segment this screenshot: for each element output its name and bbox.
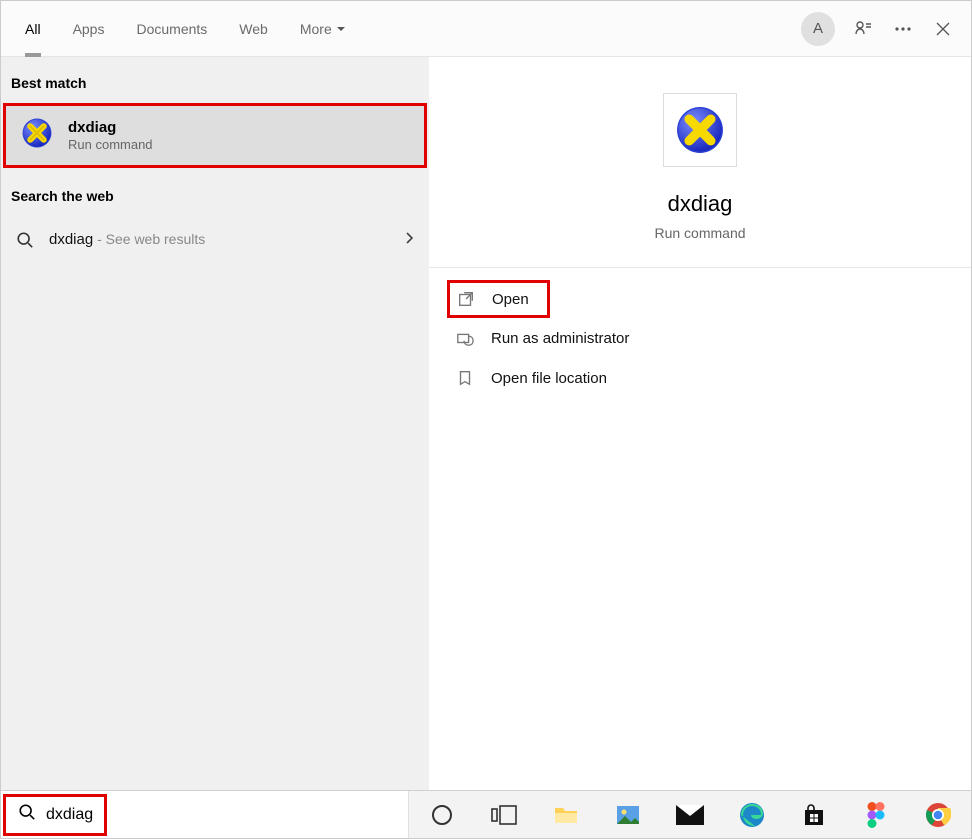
search-icon — [18, 803, 36, 826]
cortana-icon[interactable] — [427, 800, 457, 830]
results-pane: Best match dxdiag Run com — [1, 57, 429, 790]
figma-icon[interactable] — [861, 800, 891, 830]
action-open-location-label: Open file location — [491, 370, 607, 387]
tab-more-label: More — [300, 21, 332, 37]
edge-icon[interactable] — [737, 800, 767, 830]
preview-title: dxdiag — [668, 191, 733, 217]
action-open-location[interactable]: Open file location — [447, 358, 953, 398]
more-options-icon[interactable] — [891, 17, 915, 41]
tab-web[interactable]: Web — [223, 1, 284, 57]
result-title: dxdiag — [68, 119, 153, 137]
action-open-label: Open — [492, 291, 529, 308]
web-term: dxdiag — [49, 231, 93, 248]
store-icon[interactable] — [799, 800, 829, 830]
action-run-admin-label: Run as administrator — [491, 330, 629, 347]
search-input[interactable] — [46, 806, 106, 824]
tab-all[interactable]: All — [9, 1, 57, 57]
close-icon[interactable] — [931, 17, 955, 41]
taskview-icon[interactable] — [489, 800, 519, 830]
open-icon — [456, 289, 476, 309]
web-result-dxdiag[interactable]: dxdiag - See web results — [1, 214, 429, 266]
dxdiag-icon — [20, 116, 54, 155]
search-web-heading: Search the web — [1, 170, 429, 214]
chrome-icon[interactable] — [923, 800, 953, 830]
file-explorer-icon[interactable] — [551, 800, 581, 830]
user-avatar[interactable]: A — [801, 12, 835, 46]
web-suffix: - See web results — [93, 231, 205, 247]
folder-location-icon — [455, 368, 475, 388]
search-icon — [15, 230, 35, 250]
photos-icon[interactable] — [613, 800, 643, 830]
taskbar — [1, 790, 971, 838]
search-header: All Apps Documents Web More A — [1, 1, 971, 57]
preview-app-icon — [663, 93, 737, 167]
admin-shield-icon — [455, 328, 475, 348]
feedback-icon[interactable] — [851, 17, 875, 41]
chevron-right-icon — [403, 231, 415, 250]
action-open[interactable]: Open — [447, 280, 550, 318]
preview-pane: dxdiag Run command Open Run as administr… — [429, 57, 971, 790]
tab-apps[interactable]: Apps — [57, 1, 121, 57]
tab-documents[interactable]: Documents — [120, 1, 223, 57]
tab-more[interactable]: More — [284, 1, 362, 57]
mail-icon[interactable] — [675, 800, 705, 830]
best-match-heading: Best match — [1, 57, 429, 101]
preview-subtitle: Run command — [654, 225, 745, 241]
result-subtitle: Run command — [68, 137, 153, 152]
caret-down-icon — [336, 21, 346, 37]
action-run-admin[interactable]: Run as administrator — [447, 318, 953, 358]
result-dxdiag[interactable]: dxdiag Run command — [6, 106, 424, 165]
